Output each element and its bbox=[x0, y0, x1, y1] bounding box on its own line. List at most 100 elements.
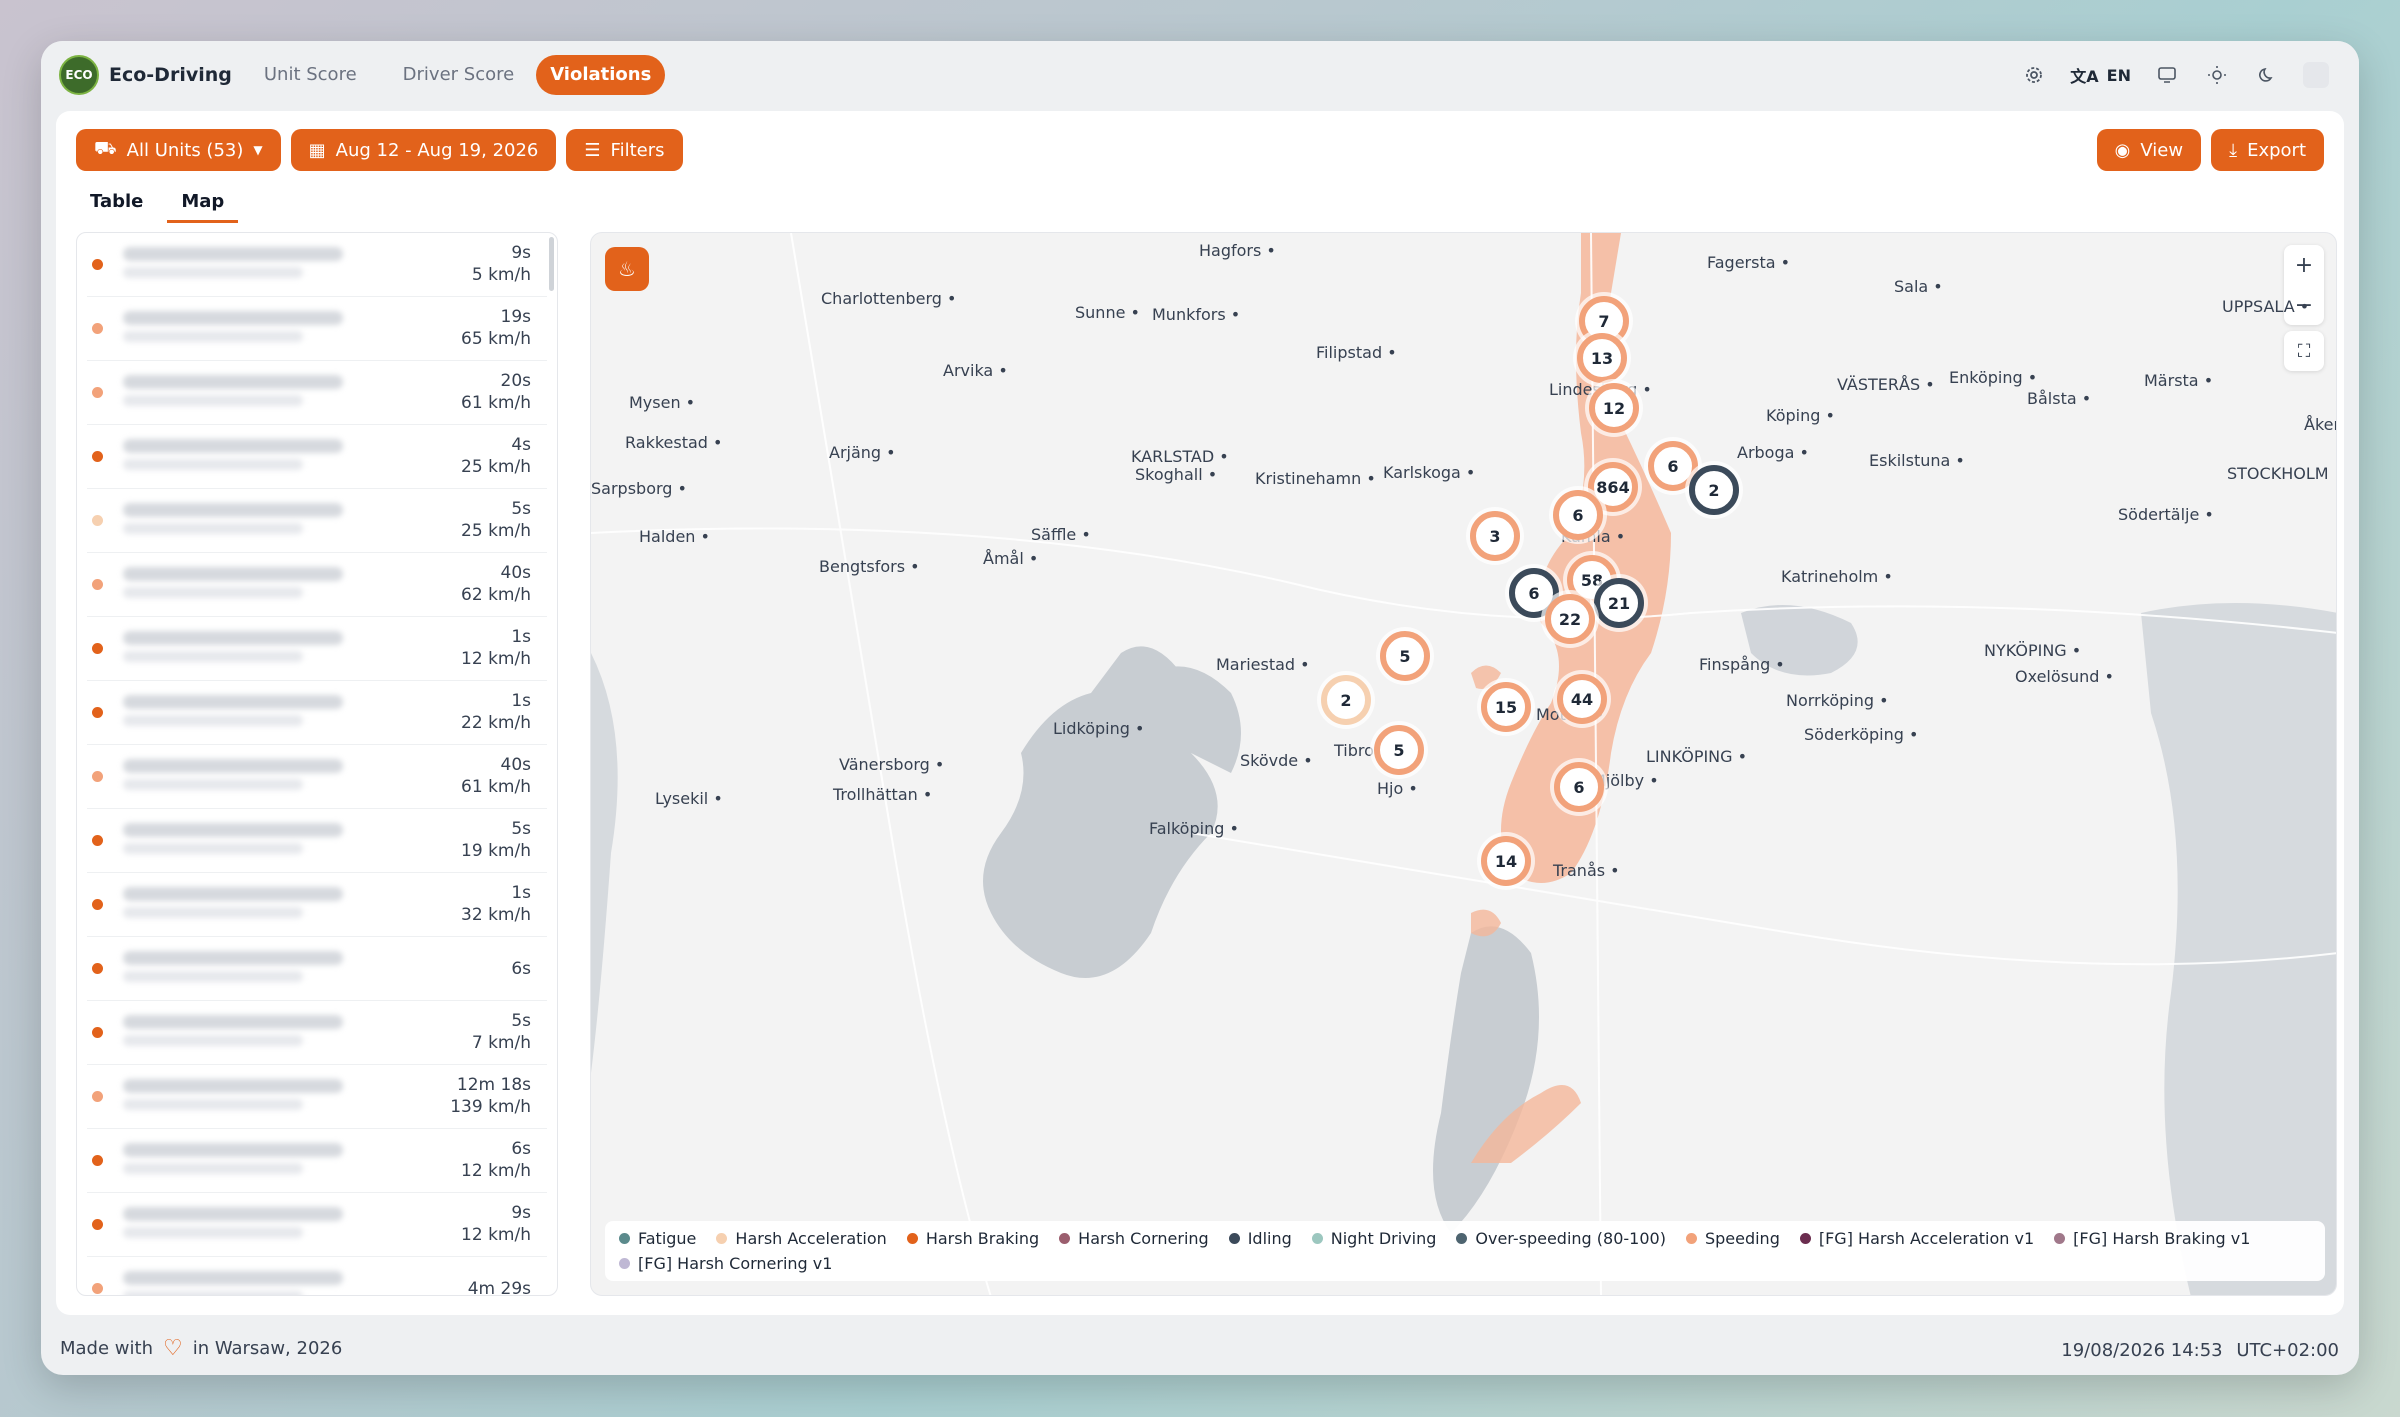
tab-unit-score[interactable]: Unit Score bbox=[250, 55, 371, 95]
unit-name-redacted bbox=[123, 1271, 343, 1285]
legend-label: Harsh Acceleration bbox=[735, 1229, 887, 1248]
map-cluster-marker[interactable]: 12 bbox=[1589, 383, 1639, 433]
legend-color-dot bbox=[619, 1258, 630, 1269]
tab-table[interactable]: Table bbox=[84, 185, 149, 223]
map-city-label: Fagersta bbox=[1707, 253, 1790, 272]
map-city-label: Vänersborg bbox=[839, 755, 944, 774]
view-button[interactable]: ◉ View bbox=[2096, 129, 2202, 171]
legend-item[interactable]: Idling bbox=[1228, 1229, 1292, 1248]
list-item[interactable]: 40s 61 km/h bbox=[87, 745, 547, 809]
legend-item[interactable]: [FG] Harsh Cornering v1 bbox=[619, 1254, 832, 1273]
legend-item[interactable]: Harsh Acceleration bbox=[716, 1229, 887, 1248]
tab-map[interactable]: Map bbox=[167, 185, 239, 223]
list-item[interactable]: 6s bbox=[87, 937, 547, 1001]
list-scrollbar[interactable] bbox=[549, 237, 554, 291]
map-city-label: VÄSTERÅS bbox=[1837, 375, 1935, 394]
map-cluster-marker[interactable]: 6 bbox=[1553, 490, 1603, 540]
map-cluster-marker[interactable]: 3 bbox=[1470, 511, 1520, 561]
legend-color-dot bbox=[619, 1233, 630, 1244]
filters-label: Filters bbox=[610, 139, 665, 161]
list-item[interactable]: 5s 19 km/h bbox=[87, 809, 547, 873]
map-cluster-marker[interactable]: 6 bbox=[1554, 762, 1604, 812]
zoom-in-button[interactable]: + bbox=[2284, 245, 2324, 285]
sun-theme-icon[interactable] bbox=[2203, 61, 2231, 89]
export-button[interactable]: ⤓ Export bbox=[2211, 129, 2324, 171]
list-item[interactable]: 4m 29s bbox=[87, 1257, 547, 1295]
map-cluster-marker[interactable]: 22 bbox=[1545, 594, 1595, 644]
filters-button[interactable]: ☰ Filters bbox=[566, 129, 683, 171]
map-city-label: Enköping bbox=[1949, 368, 2037, 387]
moon-theme-icon[interactable] bbox=[2253, 61, 2281, 89]
language-switcher[interactable]: 文A EN bbox=[2070, 63, 2131, 87]
violations-list[interactable]: 9s 5 km/h 19s 65 km/h 20s 61 km/h 4s 25 km/h 5s 2… bbox=[76, 232, 558, 1296]
chevron-down-icon: ▼ bbox=[253, 143, 263, 157]
date-range-button[interactable]: ▦ Aug 12 - Aug 19, 2026 bbox=[290, 129, 557, 171]
heatmap-toggle-flame-icon[interactable]: ♨ bbox=[605, 247, 649, 291]
legend-item[interactable]: Over-speeding (80-100) bbox=[1456, 1229, 1666, 1248]
legend-label: Speeding bbox=[1704, 1229, 1780, 1248]
violation-type-dot bbox=[92, 515, 103, 526]
map-cluster-marker[interactable]: 2 bbox=[1321, 675, 1371, 725]
legend-item[interactable]: Harsh Cornering bbox=[1059, 1229, 1209, 1248]
logo[interactable]: ECO Eco-Driving bbox=[59, 55, 232, 95]
monitor-theme-icon[interactable] bbox=[2153, 61, 2181, 89]
legend-label: [FG] Harsh Acceleration v1 bbox=[1818, 1229, 2035, 1248]
list-item[interactable]: 12m 18s 139 km/h bbox=[87, 1065, 547, 1129]
legend-item[interactable]: Speeding bbox=[1685, 1229, 1780, 1248]
map-cluster-marker[interactable]: 5 bbox=[1380, 631, 1430, 681]
list-item[interactable]: 1s 22 km/h bbox=[87, 681, 547, 745]
map-cluster-marker[interactable]: 21 bbox=[1594, 578, 1644, 628]
map-cluster-marker[interactable]: 15 bbox=[1481, 682, 1531, 732]
calendar-icon: ▦ bbox=[308, 139, 326, 161]
list-item[interactable]: 1s 32 km/h bbox=[87, 873, 547, 937]
violation-type-dot bbox=[92, 1155, 103, 1166]
legend-item[interactable]: Fatigue bbox=[619, 1229, 696, 1248]
units-select-button[interactable]: ⛟ All Units (53) ▼ bbox=[76, 129, 281, 171]
fullscreen-icon[interactable]: ⛶ bbox=[2284, 331, 2324, 371]
list-item[interactable]: 19s 65 km/h bbox=[87, 297, 547, 361]
top-right-controls: 文A EN bbox=[2020, 41, 2329, 109]
avatar[interactable] bbox=[2303, 62, 2329, 88]
map-cluster-marker[interactable]: 14 bbox=[1481, 836, 1531, 886]
map-city-label: Karlskoga bbox=[1383, 463, 1475, 482]
legend-item[interactable]: Harsh Braking bbox=[906, 1229, 1040, 1248]
list-item[interactable]: 5s 25 km/h bbox=[87, 489, 547, 553]
heart-icon: ♡ bbox=[162, 1336, 183, 1361]
list-item[interactable]: 1s 12 km/h bbox=[87, 617, 547, 681]
settings-gear-icon[interactable] bbox=[2020, 61, 2048, 89]
list-item[interactable]: 9s 12 km/h bbox=[87, 1193, 547, 1257]
list-item[interactable]: 6s 12 km/h bbox=[87, 1129, 547, 1193]
legend-item[interactable]: [FG] Harsh Acceleration v1 bbox=[1799, 1229, 2035, 1248]
unit-detail-redacted bbox=[123, 523, 303, 534]
footer-location: in Warsaw, 2026 bbox=[192, 1338, 343, 1359]
map-cluster-marker[interactable]: 13 bbox=[1577, 333, 1627, 383]
map-cluster-marker[interactable]: 44 bbox=[1557, 674, 1607, 724]
legend-item[interactable]: Night Driving bbox=[1311, 1229, 1437, 1248]
legend-label: Night Driving bbox=[1330, 1229, 1437, 1248]
unit-detail-redacted bbox=[123, 651, 303, 662]
legend-label: Harsh Braking bbox=[925, 1229, 1040, 1248]
map-legend: Fatigue Harsh Acceleration Harsh Braking Ha… bbox=[605, 1221, 2325, 1281]
list-item[interactable]: 4s 25 km/h bbox=[87, 425, 547, 489]
list-item[interactable]: 9s 5 km/h bbox=[87, 233, 547, 297]
violation-type-dot bbox=[92, 643, 103, 654]
list-item[interactable]: 5s 7 km/h bbox=[87, 1001, 547, 1065]
violation-type-dot bbox=[92, 1027, 103, 1038]
unit-name-redacted bbox=[123, 951, 343, 965]
map-city-label: Halden bbox=[639, 527, 710, 546]
map-cluster-marker[interactable]: 5 bbox=[1374, 725, 1424, 775]
legend-item[interactable]: [FG] Harsh Braking v1 bbox=[2054, 1229, 2250, 1248]
unit-name-redacted bbox=[123, 1143, 343, 1157]
legend-color-dot bbox=[1059, 1233, 1071, 1244]
violation-duration: 6s bbox=[511, 1139, 531, 1159]
map-city-label: Lysekil bbox=[655, 789, 723, 808]
tab-driver-score[interactable]: Driver Score bbox=[389, 55, 529, 95]
map-cluster-marker[interactable]: 2 bbox=[1689, 465, 1739, 515]
violation-speed: 139 km/h bbox=[450, 1097, 531, 1117]
tab-violations[interactable]: Violations bbox=[536, 55, 666, 95]
violation-speed: 12 km/h bbox=[461, 1161, 531, 1181]
violations-map[interactable]: ♨ + − ⛶ HagforsFagerstaSalaCharlottenber… bbox=[590, 232, 2337, 1296]
violation-duration: 19s bbox=[500, 307, 532, 327]
list-item[interactable]: 20s 61 km/h bbox=[87, 361, 547, 425]
list-item[interactable]: 40s 62 km/h bbox=[87, 553, 547, 617]
